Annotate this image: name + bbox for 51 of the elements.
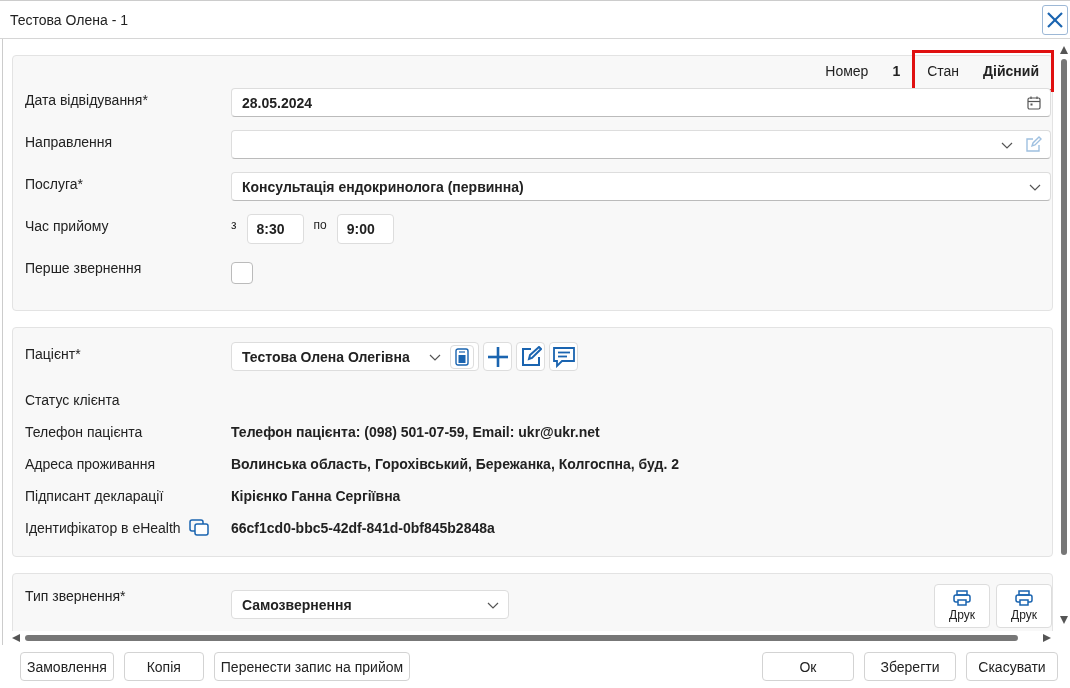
field-label: Ідентифікатор в eHealth — [25, 520, 181, 536]
number-label: Номер — [824, 63, 870, 79]
calendar-icon[interactable] — [1026, 94, 1042, 111]
field-label: Підписант декларації — [25, 488, 165, 504]
checkbox[interactable] — [231, 262, 253, 284]
field-label: Телефон пацієнта — [25, 424, 144, 440]
number-value: 1 — [891, 63, 902, 79]
window-title: Тестова Олена - 1 — [10, 11, 128, 28]
footer-button[interactable]: Ок — [762, 652, 854, 681]
scroll-left-icon[interactable] — [11, 633, 21, 643]
state-value: Дійсний — [982, 63, 1040, 79]
time-field[interactable]: 8:30 — [246, 214, 304, 244]
field-label: Дата відвідування* — [25, 91, 149, 108]
field-label: Послуга* — [25, 175, 85, 192]
field-value: 66cf1cd0-bbc5-42df-841d-0bf845b2848a — [231, 520, 495, 536]
scroll-right-icon[interactable] — [1042, 633, 1052, 643]
field-label: Час прийому — [25, 217, 110, 234]
appeal-type-dropdown[interactable]: Самозвернення — [231, 590, 509, 619]
date-field[interactable]: 28.05.2024 — [231, 88, 1051, 117]
printer-icon — [1015, 590, 1033, 606]
footer-button[interactable]: Перенести запис на прийом — [213, 652, 411, 681]
field-label: Статус клієнта — [25, 392, 121, 408]
service-dropdown[interactable]: Консультація ендокринолога (первинна) — [231, 172, 1051, 201]
field-label: Направлення — [25, 133, 114, 150]
to-label: по — [313, 217, 327, 232]
field-value: Кірієнко Ганна Сергіївна — [231, 488, 401, 504]
patient-dropdown[interactable]: Тестова Олена Олегівна — [231, 342, 479, 371]
field-label: Пацієнт* — [25, 345, 82, 362]
card-button[interactable] — [450, 344, 474, 369]
field-label: Тип звернення* — [25, 587, 127, 604]
printer-icon — [953, 590, 971, 606]
close-icon — [1045, 9, 1065, 30]
print-button[interactable]: Друк — [934, 584, 990, 628]
scroll-down-icon[interactable] — [1059, 615, 1069, 625]
field-value: Телефон пацієнта: (098) 501-07-59, Email: ukr@ukr.net — [231, 424, 600, 440]
state-label: Стан — [926, 63, 961, 79]
footer-button[interactable]: Копія — [123, 652, 204, 681]
scroll-up-icon[interactable] — [1059, 45, 1069, 55]
add-button[interactable] — [483, 342, 512, 371]
edit-button[interactable] — [516, 342, 545, 371]
footer-button[interactable]: Скасувати — [966, 652, 1058, 681]
time-field[interactable]: 9:00 — [336, 214, 394, 244]
field-value: Волинська область, Горохівський, Бережанка, Колгоспна, буд. 2 — [231, 456, 679, 472]
footer-button[interactable]: Зберегти — [864, 652, 956, 681]
print-button[interactable]: Друк — [996, 584, 1052, 628]
from-label: з — [231, 217, 237, 232]
field-label: Перше звернення — [25, 259, 143, 276]
comment-button[interactable] — [549, 342, 578, 371]
footer-button[interactable]: Замовлення — [20, 652, 114, 681]
field-label: Адреса проживання — [25, 456, 157, 472]
close-button[interactable] — [1042, 4, 1068, 35]
